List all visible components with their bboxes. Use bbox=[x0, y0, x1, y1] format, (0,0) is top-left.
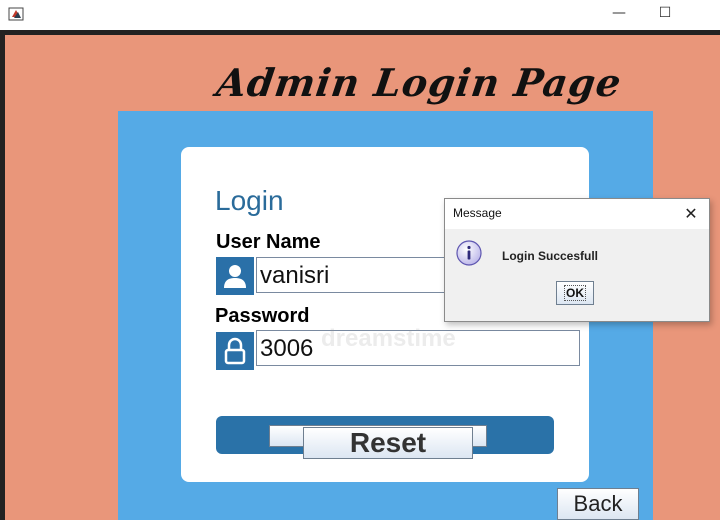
reset-button[interactable]: Reset bbox=[303, 427, 473, 459]
dialog-message: Login Succesfull bbox=[502, 249, 599, 263]
back-button[interactable]: Back bbox=[557, 488, 639, 520]
java-app-icon bbox=[8, 7, 24, 21]
ok-button-label: OK bbox=[564, 285, 586, 301]
password-label: Password bbox=[215, 305, 310, 327]
maximize-button[interactable]: ☐ bbox=[642, 0, 688, 28]
username-label: User Name bbox=[216, 231, 321, 253]
minimize-button[interactable]: — bbox=[596, 0, 642, 28]
close-icon[interactable]: ✕ bbox=[679, 202, 703, 226]
dialog-titlebar: Message ✕ bbox=[445, 199, 709, 229]
info-icon bbox=[456, 240, 482, 266]
ok-button[interactable]: OK bbox=[556, 281, 594, 305]
user-icon bbox=[216, 257, 254, 295]
message-dialog: Message ✕ Login Succesfull OK bbox=[444, 198, 710, 322]
watermark: dreamstime bbox=[321, 325, 456, 352]
dialog-title: Message bbox=[453, 206, 502, 220]
window-titlebar: — ☐ bbox=[0, 0, 720, 30]
lock-icon bbox=[216, 332, 254, 370]
page-title: Admin Login Page bbox=[213, 60, 625, 105]
login-heading: Login bbox=[215, 185, 284, 216]
